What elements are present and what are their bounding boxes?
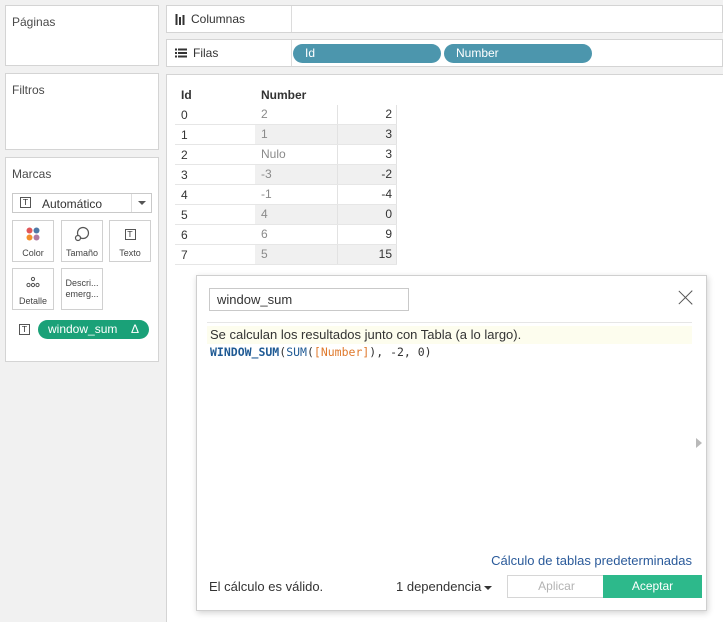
dependencies-label: 1 dependencia [396, 579, 482, 594]
tooltip-label-line2: emerg... [65, 289, 99, 299]
table-row[interactable]: 2 Nulo 3 [175, 145, 397, 165]
pages-title: Páginas [12, 15, 56, 29]
id-row-pill[interactable]: Id [293, 44, 441, 63]
tooltip-button[interactable]: Descri... emerg... [61, 268, 103, 310]
rows-shelf[interactable]: Filas Id Number [166, 39, 723, 67]
formula-text[interactable]: WINDOW_SUM(SUM([Number]), -2, 0) [210, 344, 432, 360]
formula-editor[interactable]: Se calculan los resultados junto con Tab… [207, 323, 692, 543]
table-row[interactable]: 3 -3 -2 [175, 165, 397, 185]
validation-status: El cálculo es válido. [209, 579, 324, 594]
table-row[interactable]: 0 2 2 [175, 105, 397, 125]
detail-button[interactable]: Detalle [12, 268, 54, 310]
window-sum-pill-label: window_sum [48, 322, 118, 336]
mark-type-dropdown[interactable]: T Automático [12, 193, 152, 213]
color-button[interactable]: Color [12, 220, 54, 262]
table-row[interactable]: 7 5 15 [175, 245, 397, 265]
tooltip-label-line1: Descri... [65, 278, 99, 288]
mark-type-value: Automático [42, 197, 103, 211]
chevron-down-icon[interactable] [131, 194, 151, 212]
detail-icon [13, 274, 53, 290]
marks-title: Marcas [12, 167, 52, 181]
columns-shelf[interactable]: Columnas [166, 5, 723, 33]
chevron-down-icon [484, 585, 493, 590]
number-row-pill[interactable]: Number [444, 44, 592, 63]
close-icon[interactable] [678, 290, 694, 306]
color-icon [13, 226, 53, 242]
filters-title: Filtros [12, 83, 45, 97]
ok-button[interactable]: Aceptar [603, 575, 702, 598]
text-button[interactable]: T Texto [109, 220, 151, 262]
header-id[interactable]: Id [181, 88, 192, 102]
pages-pane[interactable]: Páginas [5, 5, 159, 66]
calculation-editor-dialog: window_sum Se calculan los resultados ju… [196, 275, 707, 611]
text-mark-icon: T [20, 197, 31, 208]
size-icon [62, 226, 102, 242]
rows-label: Filas [193, 46, 219, 60]
filters-pane[interactable]: Filtros [5, 73, 159, 150]
apply-button[interactable]: Aplicar [507, 575, 606, 598]
table-row[interactable]: 4 -1 -4 [175, 185, 397, 205]
text-label: Texto [119, 248, 141, 258]
text-encoding-icon: T [19, 324, 30, 335]
size-button[interactable]: Tamaño [61, 220, 103, 262]
table-calc-info-text: Se calculan los resultados junto con Tab… [207, 326, 692, 344]
color-label: Color [22, 248, 44, 258]
marks-pane: Marcas T Automático Color Tamaño T Texto… [5, 157, 159, 362]
size-label: Tamaño [65, 248, 99, 258]
default-table-calc-link[interactable]: Cálculo de tablas predeterminadas [491, 553, 692, 568]
expand-panel-arrow-icon[interactable] [696, 438, 702, 448]
text-icon: T [124, 228, 136, 240]
detail-label: Detalle [18, 296, 47, 306]
table-row[interactable]: 1 1 3 [175, 125, 397, 145]
window-sum-field-pill[interactable]: window_sum Δ [38, 320, 149, 339]
calculation-name-input[interactable]: window_sum [209, 288, 409, 311]
columns-icon [175, 13, 185, 25]
columns-label: Columnas [191, 12, 246, 26]
rows-icon [175, 48, 187, 58]
dependencies-dropdown[interactable]: 1 dependencia [396, 579, 493, 594]
header-number[interactable]: Number [261, 88, 306, 102]
delta-icon: Δ [130, 322, 139, 336]
table-row[interactable]: 6 6 9 [175, 225, 397, 245]
table-row[interactable]: 5 4 0 [175, 205, 397, 225]
